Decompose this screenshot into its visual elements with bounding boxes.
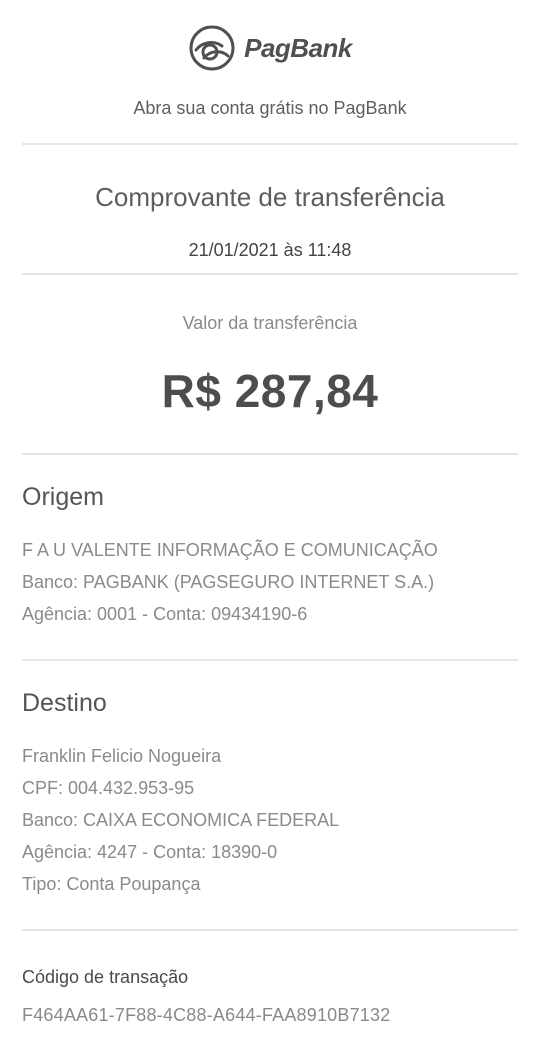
destination-name: Franklin Felicio Nogueira — [22, 746, 222, 766]
transfer-amount: R$ 287,84 — [161, 365, 379, 417]
page-title: Comprovante de transferência — [95, 182, 445, 212]
divider — [22, 453, 518, 455]
open-account-link[interactable]: Abra sua conta grátis no PagBank — [0, 98, 540, 119]
pagbank-logo-icon — [189, 25, 235, 71]
origin-name: F A U VALENTE INFORMAÇÃO E COMUNICAÇÃO — [22, 540, 438, 560]
divider — [22, 143, 518, 145]
divider — [22, 929, 518, 931]
transfer-datetime: 21/01/2021 às 11:48 — [188, 240, 352, 260]
destination-section-title: Destino — [22, 689, 107, 717]
destination-bank: Banco: CAIXA ECONOMICA FEDERAL — [22, 810, 340, 830]
divider — [22, 273, 518, 275]
brand-name: PagBank — [244, 32, 352, 63]
transaction-code-label: Código de transação — [22, 967, 189, 987]
amount-label: Valor da transferência — [182, 313, 358, 333]
origin-account: Agência: 0001 - Conta: 09434190-6 — [22, 604, 308, 624]
divider — [22, 659, 518, 661]
brand-header: PagBank — [0, 22, 540, 74]
destination-account: Agência: 4247 - Conta: 18390-0 — [22, 842, 278, 862]
origin-bank: Banco: PAGBANK (PAGSEGURO INTERNET S.A.) — [22, 572, 435, 592]
transaction-code: F464AA61-7F88-4C88-A644-FAA8910B7132 — [22, 1005, 391, 1025]
destination-cpf: CPF: 004.432.953-95 — [22, 778, 195, 798]
origin-section-title: Origem — [22, 483, 104, 511]
destination-account-type: Tipo: Conta Poupança — [22, 874, 201, 894]
